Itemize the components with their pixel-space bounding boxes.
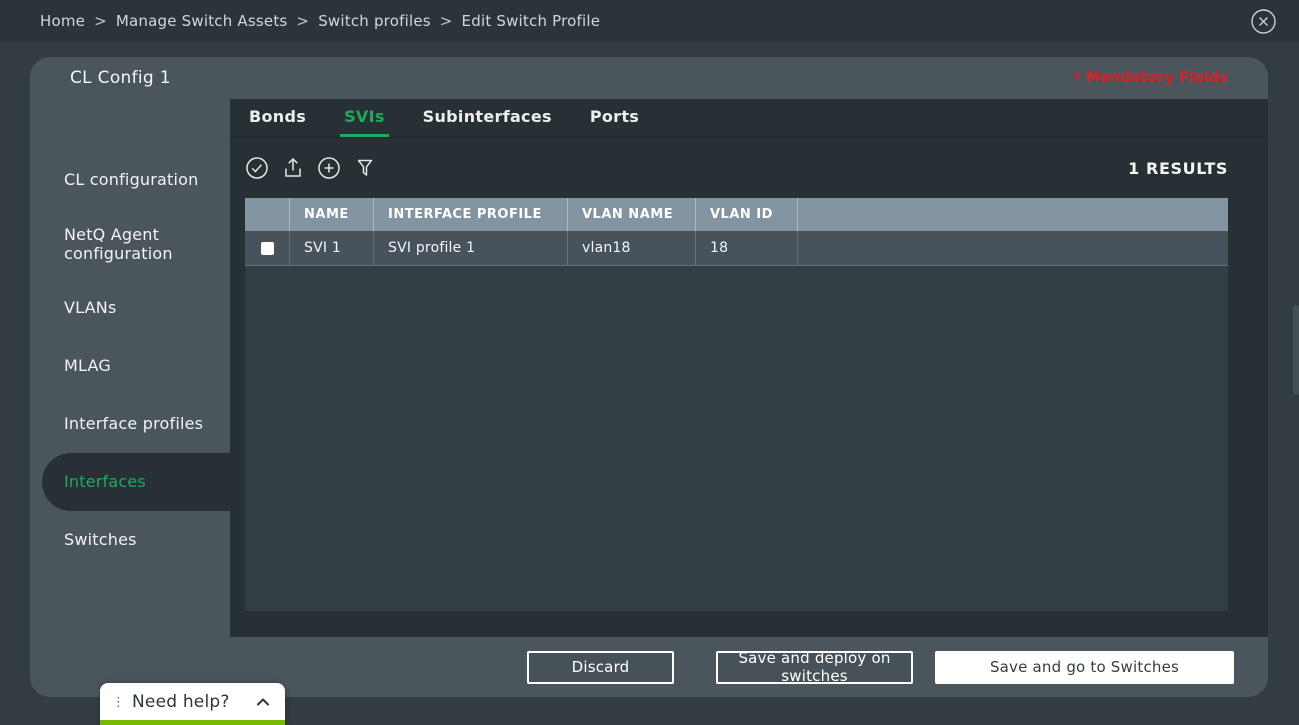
save-and-go-to-switches-button[interactable]: Save and go to Switches <box>935 650 1234 684</box>
svis-table: NAME INTERFACE PROFILE VLAN NAME VLAN ID… <box>245 198 1228 611</box>
tab-bar: Bonds SVIs Subinterfaces Ports <box>230 99 1268 138</box>
need-help-label: Need help? <box>132 692 230 712</box>
row-filler-cell <box>798 231 1228 265</box>
table-header-row: NAME INTERFACE PROFILE VLAN NAME VLAN ID <box>245 198 1228 231</box>
mandatory-fields-note: * Mandatory Fields <box>1073 70 1228 86</box>
edit-switch-profile-modal: CL Config 1 * Mandatory Fields CL config… <box>30 57 1268 697</box>
header-name[interactable]: NAME <box>290 198 374 231</box>
discard-button[interactable]: Discard <box>527 650 674 684</box>
tab-subinterfaces[interactable]: Subinterfaces <box>419 99 556 137</box>
sidebar-item-interfaces[interactable]: Interfaces <box>42 453 230 511</box>
content-panel: Bonds SVIs Subinterfaces Ports 1 RESULTS… <box>230 99 1268 637</box>
top-bar: Home > Manage Switch Assets > Switch pro… <box>0 0 1299 42</box>
row-checkbox[interactable] <box>260 241 274 255</box>
table-toolbar: 1 RESULTS <box>230 138 1268 198</box>
header-vlan-id[interactable]: VLAN ID <box>696 198 798 231</box>
scrollbar-thumb[interactable] <box>1293 305 1299 395</box>
row-name-cell: SVI 1 <box>290 231 374 265</box>
breadcrumb-home[interactable]: Home <box>40 12 85 30</box>
drag-handle-dots-icon: ⋮ <box>112 694 125 710</box>
row-vlan-id-cell: 18 <box>696 231 798 265</box>
breadcrumb-separator: > <box>439 12 453 30</box>
sidebar-item-switches[interactable]: Switches <box>30 511 230 569</box>
filter-icon[interactable] <box>353 156 377 180</box>
need-help-widget[interactable]: ⋮ Need help? <box>100 683 285 725</box>
add-circle-icon[interactable] <box>317 156 341 180</box>
table-row: SVI 1 SVI profile 1 vlan18 18 <box>245 231 1228 266</box>
header-filler <box>798 198 1228 231</box>
tab-svis[interactable]: SVIs <box>340 99 389 137</box>
tab-ports[interactable]: Ports <box>586 99 643 137</box>
header-interface-profile[interactable]: INTERFACE PROFILE <box>374 198 568 231</box>
upload-icon[interactable] <box>281 156 305 180</box>
header-select-column <box>245 198 290 231</box>
sidebar-item-cl-configuration[interactable]: CL configuration <box>30 151 230 209</box>
sidebar-item-interface-profiles[interactable]: Interface profiles <box>30 395 230 453</box>
sidebar-item-netq-agent-configuration[interactable]: NetQ Agent configuration <box>30 209 230 279</box>
breadcrumb-switch-profiles[interactable]: Switch profiles <box>318 12 431 30</box>
breadcrumb-edit-switch-profile: Edit Switch Profile <box>461 12 601 30</box>
row-select-cell <box>245 231 290 265</box>
sidebar-item-vlans[interactable]: VLANs <box>30 279 230 337</box>
header-vlan-name[interactable]: VLAN NAME <box>568 198 696 231</box>
help-widget-accent-bar <box>100 720 285 725</box>
close-icon[interactable] <box>1250 8 1277 35</box>
profile-title: CL Config 1 <box>70 68 171 88</box>
modal-header: CL Config 1 * Mandatory Fields <box>30 57 1268 99</box>
row-interface-profile-cell: SVI profile 1 <box>374 231 568 265</box>
results-count: 1 RESULTS <box>1128 158 1228 178</box>
sidebar: CL configuration NetQ Agent configuratio… <box>30 99 230 637</box>
check-circle-icon[interactable] <box>245 156 269 180</box>
breadcrumb-manage-switch-assets[interactable]: Manage Switch Assets <box>116 12 288 30</box>
sidebar-item-mlag[interactable]: MLAG <box>30 337 230 395</box>
save-and-deploy-button[interactable]: Save and deploy on switches <box>716 649 913 685</box>
breadcrumb-separator: > <box>94 12 107 30</box>
chevron-up-icon[interactable] <box>255 696 271 708</box>
row-vlan-name-cell: vlan18 <box>568 231 696 265</box>
breadcrumb: Home > Manage Switch Assets > Switch pro… <box>40 12 600 30</box>
tab-bonds[interactable]: Bonds <box>245 99 310 137</box>
breadcrumb-separator: > <box>296 12 310 30</box>
